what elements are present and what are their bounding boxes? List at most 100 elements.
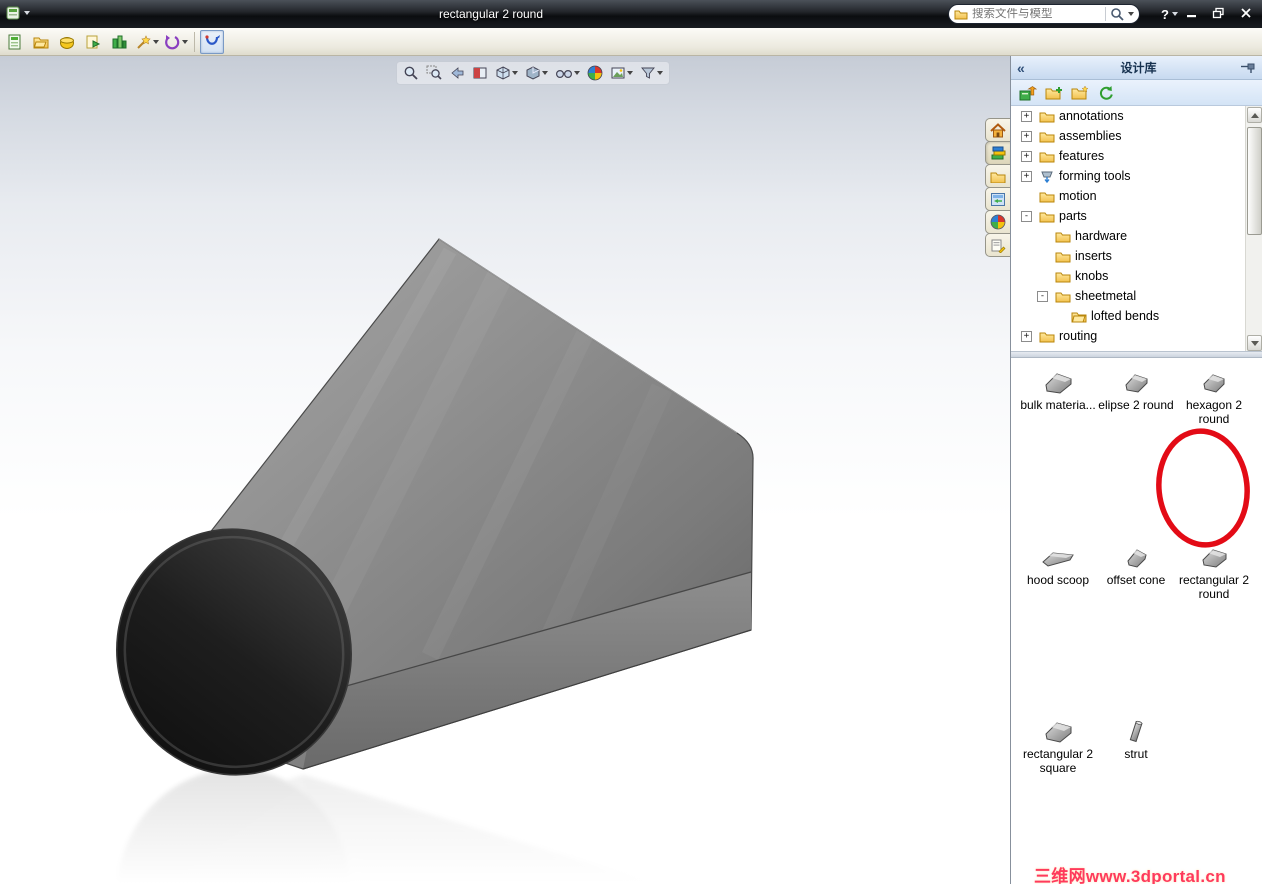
make-drawing-button[interactable] bbox=[81, 30, 105, 54]
help-menu[interactable]: ? bbox=[1161, 4, 1178, 24]
expand-toggle[interactable]: + bbox=[1021, 330, 1032, 342]
library-item-offset-cone[interactable]: offset cone bbox=[1097, 543, 1175, 710]
zoom-area-button[interactable] bbox=[424, 63, 444, 83]
tab-file-explorer[interactable] bbox=[985, 164, 1010, 188]
library-item-bulk-material[interactable]: bulk materia... bbox=[1019, 368, 1097, 535]
undo-caret-icon[interactable] bbox=[182, 39, 188, 44]
tools-wand-button[interactable] bbox=[133, 30, 160, 54]
app-menu[interactable] bbox=[5, 5, 30, 21]
tab-solidworks-resources[interactable] bbox=[985, 118, 1010, 142]
library-item-hood-scoop[interactable]: hood scoop bbox=[1019, 543, 1097, 710]
create-new-folder-button[interactable] bbox=[1070, 83, 1090, 103]
search-options-caret-icon[interactable] bbox=[1128, 12, 1134, 16]
solidworks-window: rectangular 2 round ? bbox=[0, 0, 1262, 884]
wand-caret-icon[interactable] bbox=[153, 39, 159, 44]
design-library-pane: « 设计库 + annotations + assemblies + featu… bbox=[1010, 56, 1262, 884]
expand-toggle[interactable]: + bbox=[1021, 110, 1032, 122]
library-item-label: strut bbox=[1124, 747, 1148, 762]
expand-toggle[interactable]: - bbox=[1021, 210, 1032, 222]
library-item-hexagon-2-round[interactable]: hexagon 2 round bbox=[1175, 368, 1253, 535]
tree-item-routing[interactable]: + routing bbox=[1011, 326, 1262, 346]
previous-view-button[interactable] bbox=[447, 63, 467, 83]
tab-custom-properties[interactable] bbox=[985, 233, 1010, 257]
tree-item-inserts[interactable]: inserts bbox=[1011, 246, 1262, 266]
tab-design-library[interactable] bbox=[985, 141, 1010, 165]
tree-item-lofted-bends[interactable]: lofted bends bbox=[1011, 306, 1262, 326]
display-style-button[interactable] bbox=[523, 63, 550, 83]
folder-icon bbox=[1039, 332, 1055, 342]
tree-item-sheetmetal[interactable]: - sheetmetal bbox=[1011, 286, 1262, 306]
view-orientation-caret-icon bbox=[512, 71, 518, 75]
scrollbar-thumb[interactable] bbox=[1247, 127, 1262, 235]
folder-icon bbox=[1039, 112, 1055, 122]
view-orientation-button[interactable] bbox=[493, 63, 520, 83]
wand-tool-icon bbox=[137, 34, 151, 49]
save-button[interactable] bbox=[55, 30, 79, 54]
library-item-elipse-2-round[interactable]: elipse 2 round bbox=[1097, 368, 1175, 535]
tab-appearances[interactable] bbox=[985, 210, 1010, 234]
tree-item-forming-tools[interactable]: + forming tools bbox=[1011, 166, 1262, 186]
tab-view-palette[interactable] bbox=[985, 187, 1010, 211]
tree-item-knobs[interactable]: knobs bbox=[1011, 266, 1262, 286]
view-settings-button[interactable] bbox=[638, 63, 665, 83]
expand-toggle[interactable]: + bbox=[1021, 170, 1032, 182]
search-box[interactable] bbox=[948, 4, 1140, 24]
tree-item-label: inserts bbox=[1075, 249, 1112, 263]
tree-item-hardware[interactable]: hardware bbox=[1011, 226, 1262, 246]
apply-scene-button[interactable] bbox=[608, 63, 635, 83]
tree-scrollbar[interactable] bbox=[1245, 106, 1262, 351]
help-label: ? bbox=[1161, 6, 1169, 22]
undo-button[interactable] bbox=[162, 30, 189, 54]
tree-item-label: hardware bbox=[1075, 229, 1128, 243]
expand-toggle[interactable]: + bbox=[1021, 150, 1032, 162]
minimize-button[interactable] bbox=[1179, 3, 1204, 23]
tree-item-parts[interactable]: - parts bbox=[1011, 206, 1262, 226]
search-divider bbox=[1105, 7, 1106, 21]
refresh-button[interactable] bbox=[1096, 83, 1116, 103]
library-item-strut[interactable]: strut bbox=[1097, 717, 1175, 884]
previous-view-icon bbox=[451, 67, 464, 79]
expand-toggle[interactable]: + bbox=[1021, 130, 1032, 142]
library-item-rectangular-2-square[interactable]: rectangular 2 square bbox=[1019, 717, 1097, 884]
library-item-label: offset cone bbox=[1106, 572, 1166, 587]
part-thumbnail bbox=[1039, 543, 1077, 573]
add-file-location-button[interactable] bbox=[1044, 83, 1064, 103]
scroll-down-button[interactable] bbox=[1247, 335, 1262, 351]
design-library-tree: + annotations + assemblies + features + … bbox=[1011, 106, 1262, 352]
library-item-rectangular-2-round[interactable]: rectangular 2 round bbox=[1175, 543, 1253, 710]
tree-item-assemblies[interactable]: + assemblies bbox=[1011, 126, 1262, 146]
part-thumbnail bbox=[1041, 717, 1075, 747]
display-style-caret-icon bbox=[542, 71, 548, 75]
collapse-pane-button[interactable]: « bbox=[1017, 60, 1037, 76]
toolbar-separator bbox=[194, 31, 195, 52]
appearances-sphere-icon bbox=[990, 214, 1006, 230]
search-scope-folder-icon bbox=[954, 10, 968, 20]
new-document-button[interactable] bbox=[3, 30, 27, 54]
pin-icon[interactable] bbox=[1240, 61, 1256, 75]
section-view-button[interactable] bbox=[470, 63, 490, 83]
open-folder-icon bbox=[1071, 312, 1087, 322]
tree-item-label: features bbox=[1059, 149, 1105, 163]
viewport-canvas[interactable] bbox=[0, 56, 1010, 884]
scroll-up-button[interactable] bbox=[1247, 107, 1262, 123]
hide-show-items-button[interactable] bbox=[553, 63, 582, 83]
tree-item-annotations[interactable]: + annotations bbox=[1011, 106, 1262, 126]
part-thumbnail bbox=[1124, 717, 1148, 747]
search-magnifier-icon[interactable] bbox=[1110, 7, 1124, 21]
zoom-fit-button[interactable] bbox=[401, 63, 421, 83]
make-assembly-button[interactable] bbox=[107, 30, 131, 54]
close-button[interactable] bbox=[1233, 3, 1258, 23]
sketch-tool-button[interactable] bbox=[200, 29, 224, 54]
add-to-library-button[interactable] bbox=[1018, 83, 1038, 103]
restore-button[interactable] bbox=[1206, 3, 1231, 23]
3d-model-rectangular-to-round[interactable] bbox=[0, 56, 1010, 884]
expand-toggle[interactable]: - bbox=[1037, 290, 1048, 302]
folder-icon bbox=[1039, 132, 1055, 142]
tree-item-motion[interactable]: motion bbox=[1011, 186, 1262, 206]
tree-item-features[interactable]: + features bbox=[1011, 146, 1262, 166]
library-item-label: elipse 2 round bbox=[1098, 398, 1174, 412]
search-input[interactable] bbox=[972, 8, 1101, 20]
open-button[interactable] bbox=[29, 30, 53, 54]
edit-appearance-button[interactable] bbox=[585, 63, 605, 83]
tree-item-label: sheetmetal bbox=[1075, 289, 1137, 303]
